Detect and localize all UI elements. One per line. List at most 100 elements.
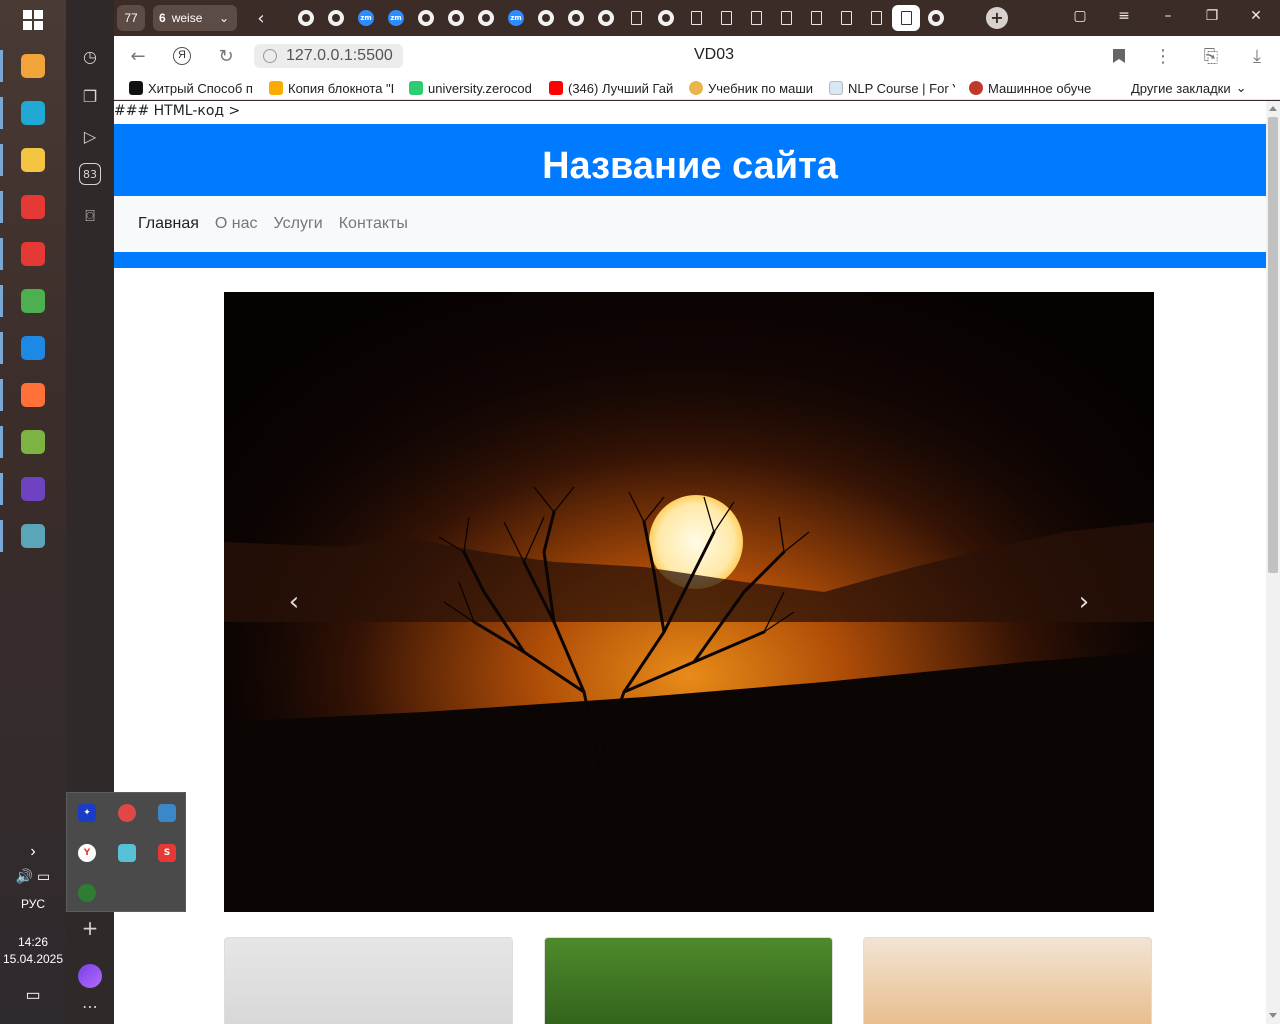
browser-tab[interactable] <box>415 7 437 29</box>
bookmark-item[interactable]: (346) Лучший Гай <box>549 79 675 97</box>
bookmark-item[interactable]: Машинное обуче <box>969 79 1095 97</box>
browser-tab[interactable] <box>325 7 347 29</box>
browser-tab[interactable] <box>892 5 920 31</box>
browser-tab[interactable] <box>925 7 947 29</box>
translate-icon[interactable]: ⎘ <box>1199 44 1223 68</box>
clock-time[interactable]: 14:26 <box>0 935 66 949</box>
tab-count-badge[interactable]: 77 <box>117 5 145 31</box>
yandex-icon[interactable] <box>13 187 53 227</box>
image-carousel[interactable]: ‹ › <box>224 292 1154 912</box>
close-window-button[interactable]: ✕ <box>1242 8 1270 24</box>
yandex-browser-icon[interactable] <box>13 234 53 274</box>
browser-tab[interactable] <box>805 7 827 29</box>
clock-date[interactable]: 15.04.2025 <box>0 952 66 966</box>
taskbar-running-indicator <box>0 426 3 458</box>
browser-tab[interactable] <box>715 7 737 29</box>
back-button[interactable]: ← <box>126 44 150 68</box>
nav-link-about[interactable]: О нас <box>215 215 258 233</box>
carousel-prev-button[interactable]: ‹ <box>274 582 314 622</box>
browser-tab[interactable] <box>565 7 587 29</box>
browser-tab[interactable] <box>745 7 767 29</box>
browser-tab[interactable] <box>865 7 887 29</box>
taskbar-running-indicator <box>0 473 3 505</box>
tray-app-icon[interactable] <box>118 804 136 822</box>
bookmark-item[interactable]: Учебник по маши <box>689 79 815 97</box>
browser-tab[interactable] <box>445 7 467 29</box>
yandex-tray-icon[interactable]: Y <box>78 844 96 862</box>
tray-app-icon[interactable] <box>78 884 96 902</box>
browser-tab[interactable] <box>655 7 677 29</box>
tray-app-icon[interactable] <box>118 844 136 862</box>
scroll-down-icon[interactable] <box>1269 1013 1277 1018</box>
more-dots-icon[interactable]: ⋯ <box>77 993 103 1019</box>
browser-menu-icon[interactable]: ≡ <box>1110 8 1138 24</box>
firefox-icon[interactable] <box>13 375 53 415</box>
browser-tab[interactable] <box>295 7 317 29</box>
url-field[interactable]: 127.0.0.1:5500 <box>254 44 403 68</box>
app-bird-icon[interactable] <box>13 516 53 556</box>
tray-overflow-popup: ✦ Y S <box>66 792 186 912</box>
sidebar-badge[interactable]: 83 <box>79 163 101 185</box>
add-panel-icon[interactable]: + <box>77 915 103 941</box>
bookmark-item[interactable]: NLP Course | For Y <box>829 79 955 97</box>
notepad-icon[interactable] <box>13 422 53 462</box>
vscode-icon[interactable] <box>13 328 53 368</box>
page-scrollbar[interactable] <box>1266 101 1280 1024</box>
tabs-scroll-left-icon[interactable]: ‹ <box>250 7 272 29</box>
browser-tab[interactable] <box>475 7 497 29</box>
tray-app-icon[interactable]: ✦ <box>78 804 96 822</box>
alice-assistant-icon[interactable] <box>77 963 103 989</box>
browser-tab[interactable] <box>835 7 857 29</box>
media-player-icon[interactable] <box>13 46 53 86</box>
tray-app-icon[interactable] <box>158 804 176 822</box>
browser-tab[interactable]: zm <box>385 7 407 29</box>
tray-app-icon[interactable]: S <box>158 844 176 862</box>
more-options-icon[interactable]: ⋮ <box>1151 44 1175 68</box>
bookmark-icon[interactable] <box>1107 44 1131 68</box>
browser-tab[interactable]: zm <box>505 7 527 29</box>
nav-link-services[interactable]: Услуги <box>274 215 323 233</box>
edge-icon[interactable] <box>13 93 53 133</box>
other-bookmarks[interactable]: Другие закладки ⌄ <box>1131 79 1271 97</box>
browser-tab[interactable] <box>685 7 707 29</box>
collections-icon[interactable]: ❐ <box>77 83 103 109</box>
card-image-placeholder <box>224 937 513 1024</box>
github-desktop-icon[interactable] <box>13 469 53 509</box>
edge-icon-glyph <box>21 101 45 125</box>
yandex-home-icon[interactable]: Я <box>170 44 194 68</box>
scroll-up-icon[interactable] <box>1269 106 1277 111</box>
history-icon[interactable]: ◷ <box>77 43 103 69</box>
file-explorer-icon[interactable] <box>13 140 53 180</box>
new-tab-button[interactable]: + <box>986 7 1008 29</box>
minimize-button[interactable]: – <box>1154 8 1182 24</box>
tab-manager-icon[interactable]: ▢ <box>1066 8 1094 24</box>
notification-center-icon[interactable]: ▭ <box>0 985 66 1005</box>
reload-button[interactable]: ↻ <box>214 44 238 68</box>
browser-tab[interactable] <box>625 7 647 29</box>
bookmark-item[interactable]: university.zerocod <box>409 79 535 97</box>
bookmark-item[interactable]: Хитрый Способ п <box>129 79 255 97</box>
github-favicon-icon <box>568 10 584 26</box>
volume-network-icons[interactable]: 🔊 ▭ <box>0 868 66 885</box>
youtube-favicon-icon <box>549 81 563 95</box>
browser-tab[interactable] <box>595 7 617 29</box>
site-info-icon[interactable] <box>263 49 277 63</box>
windows-start-icon[interactable] <box>13 0 53 40</box>
restore-button[interactable]: ❐ <box>1198 8 1226 24</box>
scrollbar-thumb[interactable] <box>1268 117 1278 573</box>
bookmark-item[interactable]: Копия блокнота "I <box>269 79 395 97</box>
chrome-icon[interactable] <box>13 281 53 321</box>
document-favicon-icon <box>750 11 762 25</box>
screenshot-icon[interactable]: ⌼ <box>77 203 103 229</box>
browser-tab[interactable] <box>535 7 557 29</box>
tab-group-weise[interactable]: 6 weise ⌄ <box>153 5 237 31</box>
nav-link-contacts[interactable]: Контакты <box>339 215 408 233</box>
nav-link-home[interactable]: Главная <box>138 215 199 233</box>
media-play-icon[interactable]: ▷ <box>77 123 103 149</box>
downloads-icon[interactable]: ⤓ <box>1245 44 1269 68</box>
language-indicator[interactable]: РУС <box>0 897 66 911</box>
tray-expand-chevron-icon[interactable]: › <box>0 843 66 861</box>
browser-tab[interactable]: zm <box>355 7 377 29</box>
carousel-next-button[interactable]: › <box>1064 582 1104 622</box>
browser-tab[interactable] <box>775 7 797 29</box>
